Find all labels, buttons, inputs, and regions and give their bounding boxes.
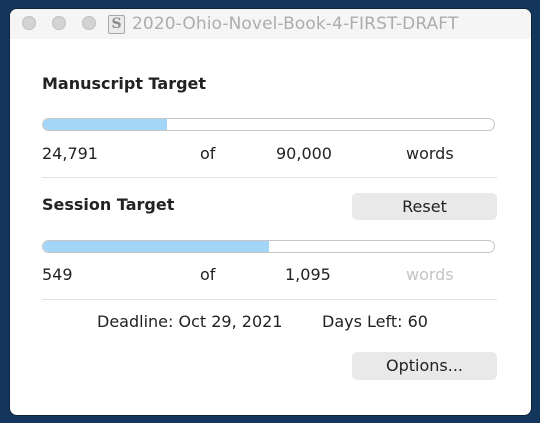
reset-button[interactable]: Reset — [352, 193, 497, 220]
session-progress-fill — [43, 241, 269, 252]
options-button[interactable]: Options... — [352, 352, 497, 380]
zoom-window-button[interactable] — [82, 16, 96, 30]
footer-divider — [42, 299, 497, 300]
document-icon: S — [108, 15, 125, 34]
session-unit: words — [406, 265, 454, 284]
deadline-label: Deadline: Oct 29, 2021 — [97, 312, 283, 331]
days-left-label: Days Left: 60 — [322, 312, 428, 331]
manuscript-target-count[interactable]: 90,000 — [276, 144, 332, 163]
session-current-count: 549 — [42, 265, 73, 284]
session-target-heading: Session Target — [42, 195, 175, 214]
window-title: 2020-Ohio-Novel-Book-4-FIRST-DRAFT — [132, 14, 459, 34]
manuscript-current-count: 24,791 — [42, 144, 98, 163]
session-of-label: of — [200, 265, 216, 284]
manuscript-unit[interactable]: words — [406, 144, 454, 163]
close-window-button[interactable] — [22, 16, 36, 30]
session-target-count[interactable]: 1,095 — [285, 265, 331, 284]
manuscript-progress-fill — [43, 119, 168, 130]
manuscript-progress-bar — [42, 118, 495, 131]
session-progress-bar — [42, 240, 495, 253]
manuscript-of-label: of — [200, 144, 216, 163]
manuscript-target-heading: Manuscript Target — [42, 74, 207, 93]
project-targets-window: S 2020-Ohio-Novel-Book-4-FIRST-DRAFT Man… — [10, 9, 531, 415]
title-bar[interactable]: S 2020-Ohio-Novel-Book-4-FIRST-DRAFT — [10, 9, 531, 39]
minimize-window-button[interactable] — [52, 16, 66, 30]
section-divider — [42, 177, 497, 178]
